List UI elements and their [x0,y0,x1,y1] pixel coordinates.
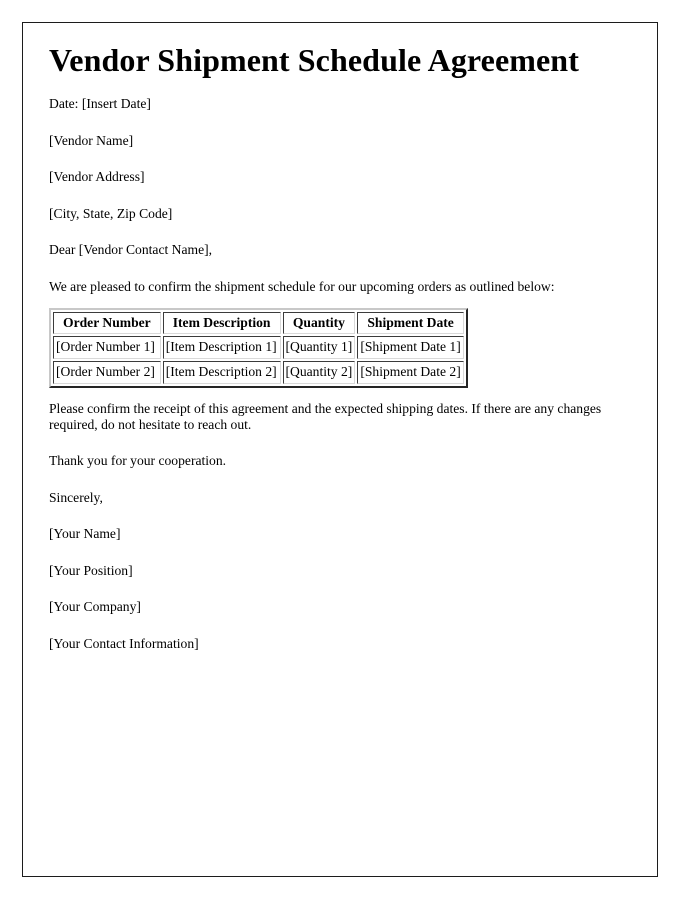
signature-your-contact: [Your Contact Information] [49,635,199,651]
table-header-row: Order Number Item Description Quantity S… [53,311,464,335]
document-body: Vendor Shipment Schedule Agreement Date:… [49,42,631,672]
signature-your-company: [Your Company] [49,599,141,615]
intro-paragraph: We are pleased to confirm the shipment s… [49,278,555,294]
salutation-line: Dear [Vendor Contact Name], [49,242,213,258]
cell-item-description: [Item Description 2] [162,361,281,384]
table-row: [Order Number 1] [Item Description 1] [Q… [53,336,464,360]
cell-order-number: [Order Number 2] [53,361,161,384]
vendor-name-line: [Vendor Name] [49,132,134,148]
document-page-frame: Vendor Shipment Schedule Agreement Date:… [22,22,658,877]
closing-line: Sincerely, [49,489,103,505]
cell-item-description: [Item Description 1] [162,336,281,360]
cell-shipment-date: [Shipment Date 2] [357,361,464,384]
vendor-city-state-zip-line: [City, State, Zip Code] [49,205,173,221]
cell-quantity: [Quantity 1] [282,336,356,360]
column-header-item-description: Item Description [162,311,281,335]
cell-shipment-date: [Shipment Date 1] [357,336,464,360]
signature-your-name: [Your Name] [49,526,121,542]
table-header: Order Number Item Description Quantity S… [53,311,464,335]
cell-quantity: [Quantity 2] [282,361,356,384]
page-title: Vendor Shipment Schedule Agreement [49,42,579,78]
table-row: [Order Number 2] [Item Description 2] [Q… [53,361,464,384]
signature-your-position: [Your Position] [49,562,133,578]
column-header-order-number: Order Number [53,311,161,335]
thanks-paragraph: Thank you for your cooperation. [49,453,227,469]
date-line: Date: [Insert Date] [49,96,151,112]
table-body: [Order Number 1] [Item Description 1] [Q… [53,336,464,384]
column-header-shipment-date: Shipment Date [357,311,464,335]
confirmation-paragraph: Please confirm the receipt of this agree… [49,400,602,432]
column-header-quantity: Quantity [282,311,356,335]
cell-order-number: [Order Number 1] [53,336,161,360]
shipment-schedule-table: Order Number Item Description Quantity S… [49,307,468,388]
vendor-address-line: [Vendor Address] [49,169,145,185]
